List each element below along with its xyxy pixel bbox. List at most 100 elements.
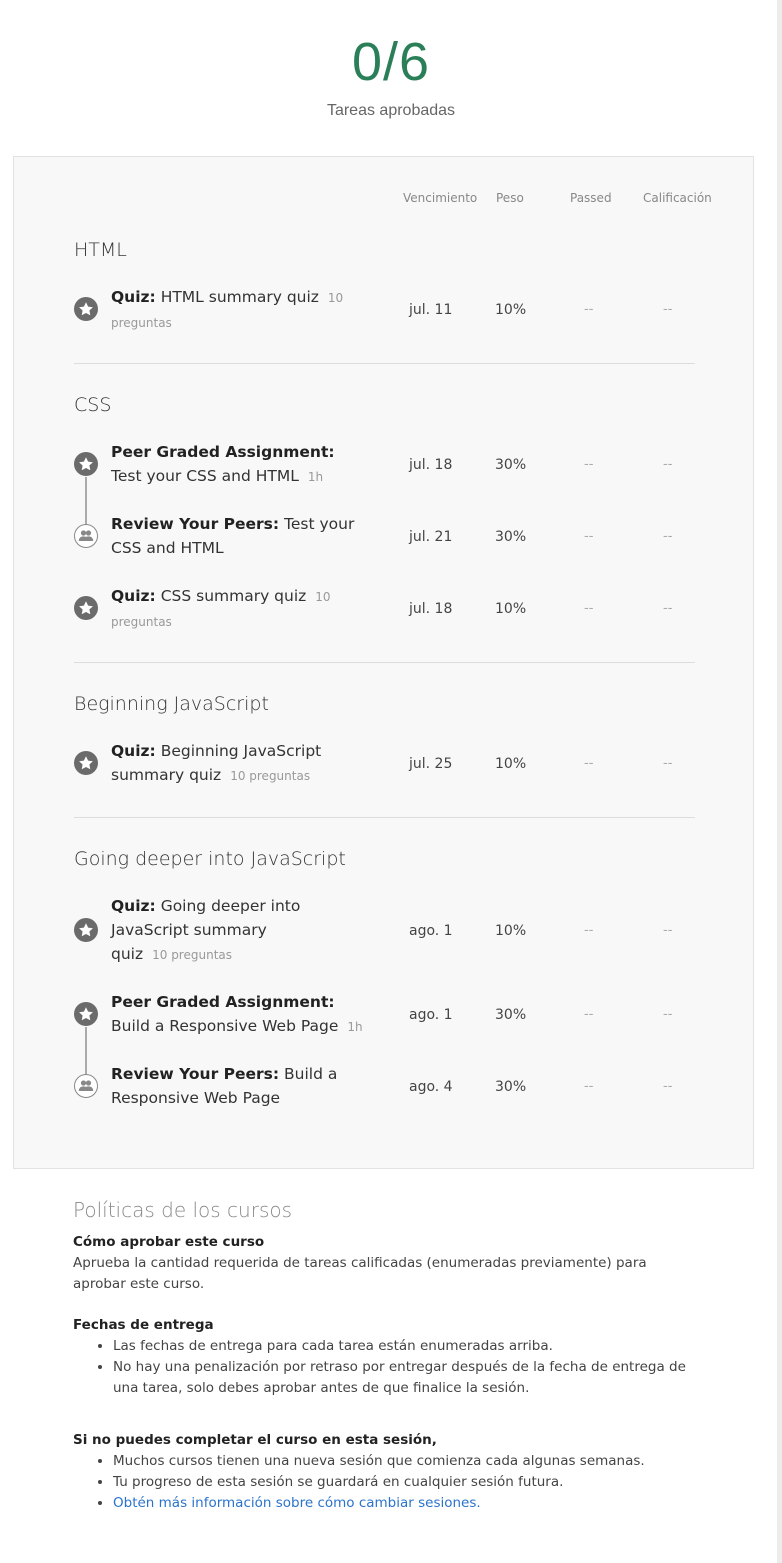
- assignment-title[interactable]: Review Your Peers: Build a Responsive We…: [111, 1062, 363, 1110]
- star-icon: [74, 452, 98, 476]
- weight: 10%: [495, 601, 527, 617]
- due-list: Las fechas de entrega para cada tarea es…: [73, 1336, 703, 1399]
- peers-icon: [74, 1074, 98, 1098]
- pass-text: Aprueba la cantidad requerida de tareas …: [73, 1255, 647, 1292]
- weight: 30%: [495, 1007, 527, 1023]
- assignment-meta: 1h: [347, 1020, 363, 1034]
- grade: --: [663, 923, 673, 938]
- due-heading: Fechas de entrega: [73, 1317, 214, 1333]
- course-policies: Políticas de los cursos Cómo aprobar est…: [73, 1198, 703, 1514]
- progress-summary: 0/6 Tareas aprobadas: [0, 0, 782, 156]
- due-date: jul. 18: [409, 457, 453, 473]
- star-icon: [74, 918, 98, 942]
- grade: --: [663, 756, 673, 771]
- section-going-deeper-javascript: Going deeper into JavaScript: [74, 848, 695, 870]
- assignment-type: Peer Graded Assignment:: [111, 993, 335, 1011]
- passed-status: --: [584, 302, 594, 317]
- column-header-due: Vencimiento: [403, 191, 478, 205]
- assignment-type: Review Your Peers:: [111, 1065, 280, 1083]
- list-item: No hay una penalización por retraso por …: [113, 1357, 703, 1399]
- grade: --: [663, 302, 673, 317]
- star-icon: [74, 596, 98, 620]
- section-divider: [74, 363, 695, 364]
- peer-connector-line: [85, 1027, 87, 1079]
- due-date: ago. 4: [409, 1079, 453, 1095]
- assignment-meta: 1h: [307, 470, 324, 484]
- peer-connector-line: [85, 477, 87, 529]
- star-icon: [74, 1002, 98, 1026]
- section-divider: [74, 817, 695, 818]
- section-html: HTML: [74, 239, 695, 261]
- assignment-type: Quiz:: [111, 587, 156, 605]
- assignment-title[interactable]: Quiz: CSS summary quiz 10 preguntas: [111, 584, 363, 634]
- grade: --: [663, 457, 673, 472]
- star-icon: [74, 297, 98, 321]
- due-date: jul. 25: [409, 756, 453, 772]
- grade: --: [663, 529, 673, 544]
- weight: 30%: [495, 529, 527, 545]
- due-date: jul. 21: [409, 529, 453, 545]
- passed-count-label: Tareas aprobadas: [326, 102, 456, 119]
- assignment-meta: 10 preguntas: [152, 948, 233, 962]
- passed-status: --: [584, 923, 594, 938]
- section-beginning-javascript: Beginning JavaScript: [74, 693, 695, 715]
- passed-status: --: [584, 756, 594, 771]
- section-title: CSS: [74, 394, 112, 416]
- section-title: HTML: [74, 239, 127, 261]
- grade: --: [663, 601, 673, 616]
- passed-status: --: [584, 457, 594, 472]
- assignment-title[interactable]: Quiz: Beginning JavaScript summary quiz 1…: [111, 739, 363, 788]
- change-sessions-link[interactable]: Obtén más información sobre cómo cambiar…: [113, 1495, 481, 1511]
- assignment-name: Test your CSS and HTML: [111, 467, 299, 485]
- passed-status: --: [584, 1007, 594, 1022]
- section-divider: [74, 662, 695, 663]
- assignment-title[interactable]: Review Your Peers: Test your CSS and HTM…: [111, 512, 363, 560]
- due-date: jul. 18: [409, 601, 453, 617]
- weight: 30%: [495, 1079, 527, 1095]
- due-date: ago. 1: [409, 1007, 453, 1023]
- session-list: Muchos cursos tienen una nueva sesión qu…: [73, 1451, 703, 1514]
- column-header-passed: Passed: [570, 191, 612, 205]
- section-title: Going deeper into JavaScript: [74, 848, 346, 870]
- assignment-name: Build a Responsive Web Page: [111, 1017, 339, 1035]
- pass-heading: Cómo aprobar este curso: [73, 1234, 265, 1250]
- assignment-title[interactable]: Quiz: HTML summary quiz 10 preguntas: [111, 285, 363, 335]
- passed-count: 0/6: [351, 32, 431, 92]
- assignment-type: Quiz:: [111, 742, 156, 760]
- weight: 30%: [495, 457, 527, 473]
- list-item: Muchos cursos tienen una nueva sesión qu…: [113, 1451, 703, 1472]
- due-date: jul. 11: [409, 302, 453, 318]
- scrollbar[interactable]: [777, 0, 782, 1563]
- assignment-type: Quiz:: [111, 897, 156, 915]
- passed-status: --: [584, 529, 594, 544]
- grade: --: [663, 1007, 673, 1022]
- assignment-title[interactable]: Peer Graded Assignment: Build a Responsi…: [111, 990, 363, 1039]
- section-title: Beginning JavaScript: [74, 693, 269, 715]
- passed-status: --: [584, 601, 594, 616]
- weight: 10%: [495, 756, 527, 772]
- grade: --: [663, 1079, 673, 1094]
- assignment-title[interactable]: Quiz: Going deeper into JavaScript summa…: [111, 894, 311, 967]
- weight: 10%: [495, 302, 527, 318]
- policies-title: Políticas de los cursos: [73, 1198, 293, 1222]
- weight: 10%: [495, 923, 527, 939]
- assignment-title[interactable]: Peer Graded Assignment: Test your CSS an…: [111, 440, 363, 489]
- section-css: CSS: [74, 394, 695, 416]
- assignment-type: Peer Graded Assignment:: [111, 443, 335, 461]
- session-heading: Si no puedes completar el curso en esta …: [73, 1432, 437, 1448]
- peers-icon: [74, 524, 98, 548]
- star-icon: [74, 751, 98, 775]
- passed-status: --: [584, 1079, 594, 1094]
- assignments-panel: Vencimiento Peso Passed Calificación HTM…: [13, 156, 754, 1169]
- list-item: Tu progreso de esta sesión se guardará e…: [113, 1472, 703, 1493]
- assignment-name: CSS summary quiz: [160, 587, 307, 605]
- assignment-type: Quiz:: [111, 288, 156, 306]
- assignment-name: HTML summary quiz: [160, 288, 319, 306]
- column-header-weight: Peso: [496, 191, 524, 205]
- assignment-type: Review Your Peers:: [111, 515, 280, 533]
- due-date: ago. 1: [409, 923, 453, 939]
- assignment-meta: 10 preguntas: [230, 769, 311, 783]
- column-header-grade: Calificación: [643, 191, 712, 205]
- list-item: Las fechas de entrega para cada tarea es…: [113, 1336, 703, 1357]
- list-item: Obtén más información sobre cómo cambiar…: [113, 1493, 703, 1514]
